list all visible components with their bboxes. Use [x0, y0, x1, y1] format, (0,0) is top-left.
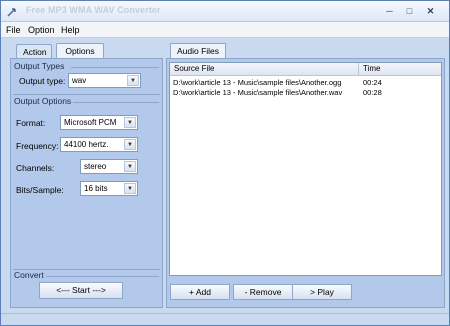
cell-time: 00:28	[363, 88, 382, 97]
chevron-down-icon[interactable]: ▼	[124, 117, 136, 128]
list-header: Source File Time	[170, 63, 441, 76]
group-divider	[73, 102, 159, 103]
cell-time: 00:24	[363, 78, 382, 87]
maximize-icon[interactable]: □	[401, 4, 418, 19]
convert-group-label: Convert	[14, 270, 44, 280]
output-type-label: Output type:	[19, 76, 66, 86]
start-button[interactable]: <--- Start --->	[39, 282, 123, 299]
tab-audio-files[interactable]: Audio Files	[170, 43, 226, 59]
channels-select[interactable]: stereo ▼	[80, 159, 138, 174]
menu-bar: File Option Help	[1, 22, 449, 38]
frequency-label: Frequency:	[16, 141, 59, 151]
frequency-value: 44100 hertz.	[64, 140, 109, 149]
column-header-source-file[interactable]: Source File	[174, 64, 214, 73]
audio-files-panel: Source File Time D:\work\article 13 - Mu…	[166, 58, 445, 308]
app-icon	[7, 8, 16, 17]
group-divider	[13, 94, 160, 95]
format-label: Format:	[16, 118, 46, 128]
chevron-down-icon[interactable]: ▼	[124, 161, 136, 172]
chevron-down-icon[interactable]: ▼	[127, 75, 139, 86]
output-type-select[interactable]: wav ▼	[68, 73, 141, 88]
tab-options[interactable]: Options	[56, 43, 104, 59]
menu-file[interactable]: File	[6, 25, 21, 35]
output-types-group-label: Output Types	[14, 61, 65, 71]
format-select[interactable]: Microsoft PCM ▼	[60, 115, 138, 130]
file-list[interactable]: Source File Time D:\work\article 13 - Mu…	[169, 62, 442, 276]
bits-sample-value: 16 bits	[84, 184, 108, 193]
table-row[interactable]: D:\work\article 13 - Music\sample files\…	[170, 88, 441, 98]
play-button[interactable]: > Play	[292, 284, 352, 300]
remove-button[interactable]: - Remove	[233, 284, 293, 300]
cell-source-file: D:\work\article 13 - Music\sample files\…	[173, 78, 342, 87]
channels-value: stereo	[84, 162, 107, 171]
minimize-icon[interactable]: ─	[381, 4, 398, 19]
format-value: Microsoft PCM	[64, 118, 117, 127]
column-header-time[interactable]: Time	[363, 64, 380, 73]
output-options-group-label: Output Options	[14, 96, 72, 106]
output-type-value: wav	[72, 76, 87, 85]
title-bar[interactable]: Free MP3 WMA WAV Converter ─ □ ✕	[1, 1, 449, 22]
menu-help[interactable]: Help	[61, 25, 80, 35]
column-separator[interactable]	[358, 63, 359, 76]
frequency-select[interactable]: 44100 hertz. ▼	[60, 137, 138, 152]
bits-sample-label: Bits/Sample:	[16, 185, 64, 195]
table-row[interactable]: D:\work\article 13 - Music\sample files\…	[170, 78, 441, 88]
status-bar	[1, 313, 449, 325]
cell-source-file: D:\work\article 13 - Music\sample files\…	[173, 88, 343, 97]
app-window: Free MP3 WMA WAV Converter ─ □ ✕ File Op…	[0, 0, 450, 326]
options-panel: Output Types Output type: wav ▼ Output O…	[10, 58, 163, 308]
group-divider	[71, 67, 159, 68]
menu-option[interactable]: Option	[28, 25, 55, 35]
chevron-down-icon[interactable]: ▼	[124, 139, 136, 150]
tab-action[interactable]: Action	[16, 44, 52, 59]
close-icon[interactable]: ✕	[422, 4, 439, 19]
window-title: Free MP3 WMA WAV Converter	[26, 5, 161, 15]
bits-sample-select[interactable]: 16 bits ▼	[80, 181, 138, 196]
add-button[interactable]: + Add	[170, 284, 230, 300]
channels-label: Channels:	[16, 163, 55, 173]
group-divider	[46, 276, 159, 277]
chevron-down-icon[interactable]: ▼	[124, 183, 136, 194]
